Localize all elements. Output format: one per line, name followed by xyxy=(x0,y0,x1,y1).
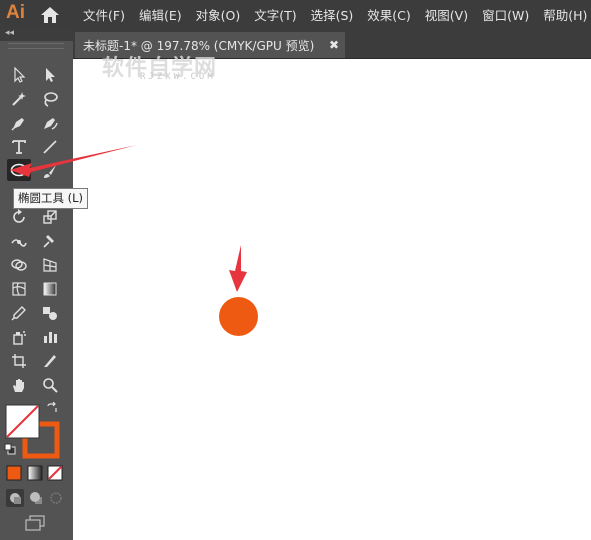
mesh-tool-icon[interactable] xyxy=(8,279,30,299)
symbol-sprayer-tool-icon[interactable] xyxy=(8,327,30,347)
menu-window[interactable]: 窗口(W) xyxy=(475,5,536,24)
draw-inside-icon[interactable] xyxy=(47,489,65,507)
selection-tool-icon[interactable] xyxy=(8,65,30,85)
gradient-tool-icon[interactable] xyxy=(39,279,61,299)
menu-object[interactable]: 对象(O) xyxy=(189,5,248,24)
direct-selection-tool-icon[interactable] xyxy=(39,65,61,85)
eyedropper-tool-icon[interactable] xyxy=(8,303,30,323)
none-mode-icon[interactable] xyxy=(46,464,64,482)
width-tool-icon[interactable] xyxy=(8,231,30,251)
shape-builder-tool-icon[interactable] xyxy=(8,255,30,275)
magic-wand-tool-icon[interactable] xyxy=(8,89,30,109)
draw-behind-icon[interactable] xyxy=(27,489,45,507)
menu-bar: Ai 文件(F) 编辑(E) 对象(O) 文字(T) 选择(S) 效果(C) 视… xyxy=(0,0,591,29)
ellipse-tool-icon[interactable] xyxy=(7,159,31,181)
draw-normal-icon[interactable] xyxy=(6,489,24,507)
line-segment-tool-icon[interactable] xyxy=(39,137,61,157)
menu-select[interactable]: 选择(S) xyxy=(304,5,361,24)
menu-view[interactable]: 视图(V) xyxy=(418,5,475,24)
pen-tool-icon[interactable] xyxy=(8,113,30,133)
type-tool-icon[interactable] xyxy=(8,137,30,157)
rotate-tool-icon[interactable] xyxy=(8,207,30,227)
paintbrush-tool-icon[interactable] xyxy=(39,161,61,181)
perspective-grid-tool-icon[interactable] xyxy=(39,255,61,275)
curvature-tool-icon[interactable] xyxy=(39,113,61,133)
artboard-tool-icon[interactable] xyxy=(8,351,30,371)
slice-tool-icon[interactable] xyxy=(39,351,61,371)
gradient-mode-icon[interactable] xyxy=(26,464,44,482)
default-fill-stroke-icon[interactable] xyxy=(3,442,17,456)
menu-file[interactable]: 文件(F) xyxy=(76,5,132,24)
close-icon[interactable]: ✖ xyxy=(329,38,339,52)
blend-tool-icon[interactable] xyxy=(39,303,61,323)
orange-circle-shape[interactable] xyxy=(219,297,258,336)
panel-header[interactable]: ◂◂ xyxy=(0,28,73,41)
scale-tool-icon[interactable] xyxy=(39,207,61,227)
hand-tool-icon[interactable] xyxy=(8,375,30,395)
collapse-icon[interactable]: ◂◂ xyxy=(5,28,14,38)
menu-edit[interactable]: 编辑(E) xyxy=(132,5,189,24)
menu-effect[interactable]: 效果(C) xyxy=(360,5,417,24)
artboard-canvas[interactable] xyxy=(73,59,591,540)
zoom-tool-icon[interactable] xyxy=(39,375,61,395)
menu-help[interactable]: 帮助(H) xyxy=(536,5,591,24)
color-mode-icon[interactable] xyxy=(5,464,23,482)
menu-type[interactable]: 文字(T) xyxy=(247,5,303,24)
screen-mode-icon[interactable] xyxy=(23,513,47,533)
app-logo: Ai xyxy=(6,2,25,23)
swap-fill-stroke-icon[interactable] xyxy=(45,401,59,415)
column-graph-tool-icon[interactable] xyxy=(39,327,61,347)
menu-items: 文件(F) 编辑(E) 对象(O) 文字(T) 选择(S) 效果(C) 视图(V… xyxy=(76,0,591,29)
home-icon[interactable] xyxy=(39,5,61,25)
ellipse-tool-tooltip: 椭圆工具 (L) xyxy=(13,188,89,209)
puppet-warp-tool-icon[interactable] xyxy=(39,231,61,251)
lasso-tool-icon[interactable] xyxy=(39,89,61,109)
watermark-subtext: RJZXW.COM xyxy=(140,72,216,82)
panel-grip[interactable] xyxy=(8,43,64,49)
tools-panel: ◂◂ xyxy=(0,28,73,540)
